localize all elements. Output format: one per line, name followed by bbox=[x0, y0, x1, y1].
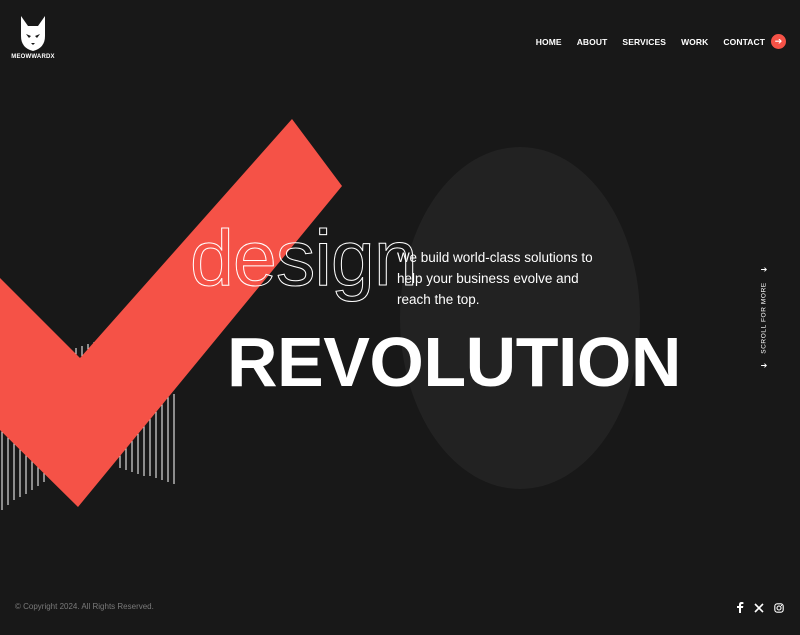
scroll-indicator[interactable]: ➔ SCROLL FOR MORE ➔ bbox=[756, 266, 772, 370]
hero-tagline: We build world-class solutions to help y… bbox=[397, 250, 593, 307]
instagram-icon[interactable] bbox=[774, 600, 784, 618]
facebook-icon[interactable] bbox=[736, 600, 744, 618]
hero-headline: REVOLUTION bbox=[227, 323, 681, 401]
checkmark-shape bbox=[0, 119, 342, 507]
copyright-text: © Copyright 2024. All Rights Reserved. bbox=[15, 602, 154, 611]
social-links bbox=[726, 600, 784, 618]
arrow-right-icon: ➔ bbox=[760, 265, 768, 274]
arrow-right-icon: ➔ bbox=[760, 361, 768, 370]
hero-outline-word: design bbox=[190, 213, 419, 302]
scroll-label: SCROLL FOR MORE bbox=[760, 282, 768, 354]
x-icon[interactable] bbox=[754, 600, 764, 618]
